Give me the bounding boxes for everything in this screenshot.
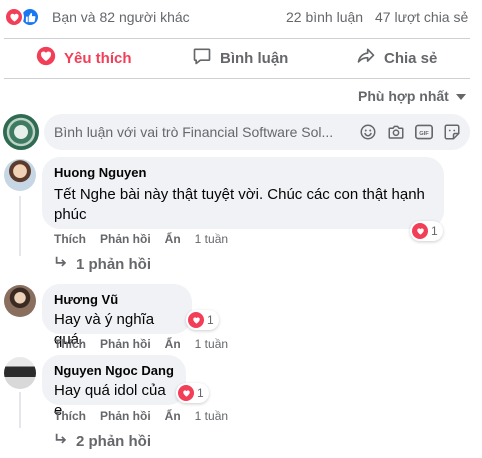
sticker-icon[interactable] (442, 122, 462, 142)
emoji-icon[interactable] (358, 122, 378, 142)
comment-like-link[interactable]: Thích (54, 409, 86, 423)
comment-meta: Thích Phản hồi Ẩn 1 tuần (54, 337, 228, 351)
avatar[interactable] (4, 357, 36, 389)
reaction-count: 1 (207, 313, 214, 327)
comment-reply-link[interactable]: Phản hồi (100, 232, 151, 246)
comment-meta: Thích Phản hồi Ẩn 1 tuần (54, 232, 228, 246)
page-avatar[interactable] (3, 114, 39, 150)
comment-icon (192, 46, 212, 70)
view-replies-link[interactable]: 2 phản hồi (54, 432, 151, 450)
comment-time[interactable]: 1 tuần (195, 409, 228, 423)
heart-icon (188, 312, 204, 328)
comment-reaction-badge[interactable]: 1 (186, 310, 219, 330)
post-action-bar: Yêu thích Bình luận Chia sẻ (0, 40, 482, 76)
comment-time[interactable]: 1 tuần (195, 232, 228, 246)
comment-button[interactable]: Bình luận (192, 40, 288, 76)
heart-icon (36, 46, 56, 70)
comment-reaction-badge[interactable]: 1 (176, 383, 209, 403)
thread-line (19, 392, 21, 428)
comment-author[interactable]: Nguyen Ngoc Dang (54, 363, 174, 379)
shares-count[interactable]: 47 lượt chia sẻ (375, 9, 468, 25)
share-button[interactable]: Chia sẻ (356, 40, 437, 76)
like-button[interactable]: Yêu thích (36, 40, 132, 76)
comment-hide-link[interactable]: Ẩn (165, 232, 181, 246)
avatar[interactable] (4, 285, 36, 317)
reaction-count: 1 (431, 224, 438, 238)
comment-time[interactable]: 1 tuần (195, 337, 228, 351)
comment-reaction-badge[interactable]: 1 (410, 221, 443, 241)
comment-composer: GIF (44, 114, 470, 150)
share-button-label: Chia sẻ (384, 49, 438, 67)
love-icon (4, 7, 24, 27)
reactions-summary[interactable]: Bạn và 82 người khác (52, 9, 190, 25)
reply-arrow-icon (54, 255, 68, 273)
comment-hide-link[interactable]: Ẩn (165, 337, 181, 351)
reply-arrow-icon (54, 432, 68, 450)
comments-count[interactable]: 22 bình luận (286, 9, 363, 25)
gif-icon[interactable]: GIF (414, 122, 434, 142)
comment-reply-link[interactable]: Phản hồi (100, 409, 151, 423)
replies-count-label: 2 phản hồi (76, 432, 151, 450)
heart-icon (412, 223, 428, 239)
comment-reply-link[interactable]: Phản hồi (100, 337, 151, 351)
comment-input[interactable] (54, 114, 350, 150)
comment-author[interactable]: Hương Vũ (54, 292, 180, 308)
comment-bubble: Nguyen Ngoc Dang Hay quá idol của e (42, 355, 186, 419)
chevron-down-icon (455, 88, 467, 104)
comment-text: phúc (54, 206, 87, 223)
comment-author[interactable]: Huong Nguyen (54, 165, 432, 181)
view-replies-link[interactable]: 1 phản hồi (54, 255, 151, 273)
heart-icon (178, 385, 194, 401)
divider (4, 78, 470, 79)
comment-like-link[interactable]: Thích (54, 232, 86, 246)
comment-bubble: Hương Vũ Hay và ý nghĩa quá. (42, 284, 192, 348)
comment-like-link[interactable]: Thích (54, 337, 86, 351)
comment-sort-dropdown[interactable]: Phù hợp nhất (358, 88, 467, 104)
camera-icon[interactable] (386, 122, 406, 142)
comment-meta: Thích Phản hồi Ẩn 1 tuần (54, 409, 228, 423)
avatar[interactable] (4, 159, 36, 191)
comment-text: Tết Nghe bài này thật tuyệt vời. Chúc cá… (54, 186, 425, 203)
share-icon (356, 46, 376, 70)
divider (4, 38, 470, 39)
sort-label: Phù hợp nhất (358, 88, 449, 104)
comment-button-label: Bình luận (220, 49, 289, 67)
reaction-icons[interactable] (4, 7, 44, 27)
like-button-label: Yêu thích (64, 49, 132, 67)
comment-bubble: Huong Nguyen Tết Nghe bài này thật tuyệt… (42, 157, 444, 229)
reaction-count: 1 (197, 386, 204, 400)
thread-line (19, 196, 21, 256)
comment-hide-link[interactable]: Ẩn (165, 409, 181, 423)
replies-count-label: 1 phản hồi (76, 255, 151, 273)
svg-text:GIF: GIF (419, 131, 429, 137)
reaction-stats-bar: Bạn và 82 người khác 22 bình luận 47 lượ… (0, 0, 482, 34)
